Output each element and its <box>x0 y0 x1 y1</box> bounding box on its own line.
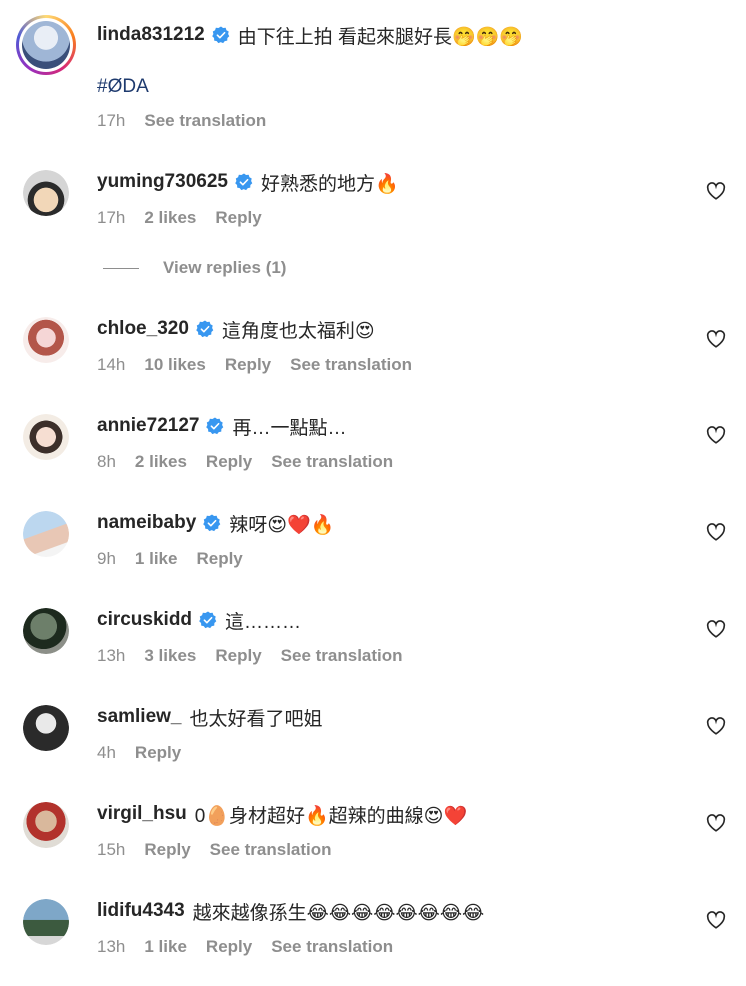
timestamp[interactable]: 14h <box>97 355 125 375</box>
avatar[interactable] <box>23 317 69 363</box>
username[interactable]: circuskidd <box>97 609 192 631</box>
likes-count[interactable]: 1 like <box>144 937 187 957</box>
see-translation-button[interactable]: See translation <box>271 937 393 957</box>
verified-badge-icon <box>206 417 224 435</box>
verified-badge-icon <box>235 173 253 191</box>
avatar[interactable] <box>23 511 69 557</box>
verified-badge-icon <box>211 26 230 44</box>
avatar[interactable] <box>23 608 69 654</box>
username[interactable]: chloe_320 <box>97 318 189 340</box>
likes-count[interactable]: 2 likes <box>135 452 187 472</box>
heart-outline-icon[interactable] <box>706 182 726 200</box>
replies-divider <box>103 267 139 269</box>
see-translation-button[interactable]: See translation <box>144 111 266 131</box>
comment-text: 這……… <box>225 611 302 633</box>
reply-button[interactable]: Reply <box>215 208 261 228</box>
comment-text: 越來越像孫生😂😂😂😂😂😂😂😂 <box>192 902 485 924</box>
username[interactable]: samliew_ <box>97 706 182 728</box>
comment-text: 好熟悉的地方🔥 <box>260 173 399 195</box>
reply-button[interactable]: Reply <box>215 646 261 666</box>
avatar[interactable] <box>23 414 69 460</box>
reply-button[interactable]: Reply <box>135 743 181 763</box>
likes-count[interactable]: 3 likes <box>144 646 196 666</box>
reply-button[interactable]: Reply <box>196 549 242 569</box>
heart-outline-icon[interactable] <box>706 911 726 929</box>
verified-badge-icon <box>196 320 214 338</box>
reply-button[interactable]: Reply <box>144 840 190 860</box>
reply-button[interactable]: Reply <box>225 355 271 375</box>
username[interactable]: linda831212 <box>97 24 205 46</box>
heart-outline-icon[interactable] <box>706 523 726 541</box>
see-translation-button[interactable]: See translation <box>290 355 412 375</box>
heart-outline-icon[interactable] <box>706 620 726 638</box>
username[interactable]: virgil_hsu <box>97 803 187 825</box>
timestamp[interactable]: 13h <box>97 937 125 957</box>
comment-text: 0🥚身材超好🔥超辣的曲線😍❤️ <box>194 805 468 827</box>
likes-count[interactable]: 10 likes <box>144 355 205 375</box>
verified-badge-icon <box>203 514 221 532</box>
hashtag-link[interactable]: #ØDA <box>97 76 149 98</box>
see-translation-button[interactable]: See translation <box>210 840 332 860</box>
comment-text: 辣呀😍❤️🔥 <box>229 514 335 536</box>
comment-text: 也太好看了吧姐 <box>189 708 323 730</box>
avatar <box>22 21 70 69</box>
timestamp[interactable]: 13h <box>97 646 125 666</box>
avatar[interactable] <box>23 170 69 216</box>
timestamp[interactable]: 17h <box>97 208 125 228</box>
heart-outline-icon[interactable] <box>706 330 726 348</box>
see-translation-button[interactable]: See translation <box>271 452 393 472</box>
timestamp[interactable]: 9h <box>97 549 116 569</box>
username[interactable]: nameibaby <box>97 512 196 534</box>
comment-text: 由下往上拍 看起來腿好長🤭🤭🤭 <box>237 26 524 48</box>
avatar-story-ring[interactable] <box>16 15 76 75</box>
view-replies-label[interactable]: View replies (1) <box>163 258 286 278</box>
likes-count[interactable]: 2 likes <box>144 208 196 228</box>
reply-button[interactable]: Reply <box>206 452 252 472</box>
view-replies-button[interactable]: View replies (1) <box>103 258 286 278</box>
avatar[interactable] <box>23 705 69 751</box>
heart-outline-icon[interactable] <box>706 814 726 832</box>
verified-badge-icon <box>199 611 217 629</box>
username[interactable]: annie72127 <box>97 415 199 437</box>
heart-outline-icon[interactable] <box>706 426 726 444</box>
comment-text: 再…一點點… <box>232 417 347 439</box>
likes-count[interactable]: 1 like <box>135 549 178 569</box>
avatar[interactable] <box>23 899 69 945</box>
heart-outline-icon[interactable] <box>706 717 726 735</box>
see-translation-button[interactable]: See translation <box>281 646 403 666</box>
avatar[interactable] <box>23 802 69 848</box>
username[interactable]: lidifu4343 <box>97 900 185 922</box>
timestamp[interactable]: 8h <box>97 452 116 472</box>
reply-button[interactable]: Reply <box>206 937 252 957</box>
timestamp[interactable]: 4h <box>97 743 116 763</box>
username[interactable]: yuming730625 <box>97 171 228 193</box>
timestamp[interactable]: 17h <box>97 111 125 131</box>
comment-text: 這角度也太福利😍 <box>221 320 375 342</box>
timestamp[interactable]: 15h <box>97 840 125 860</box>
